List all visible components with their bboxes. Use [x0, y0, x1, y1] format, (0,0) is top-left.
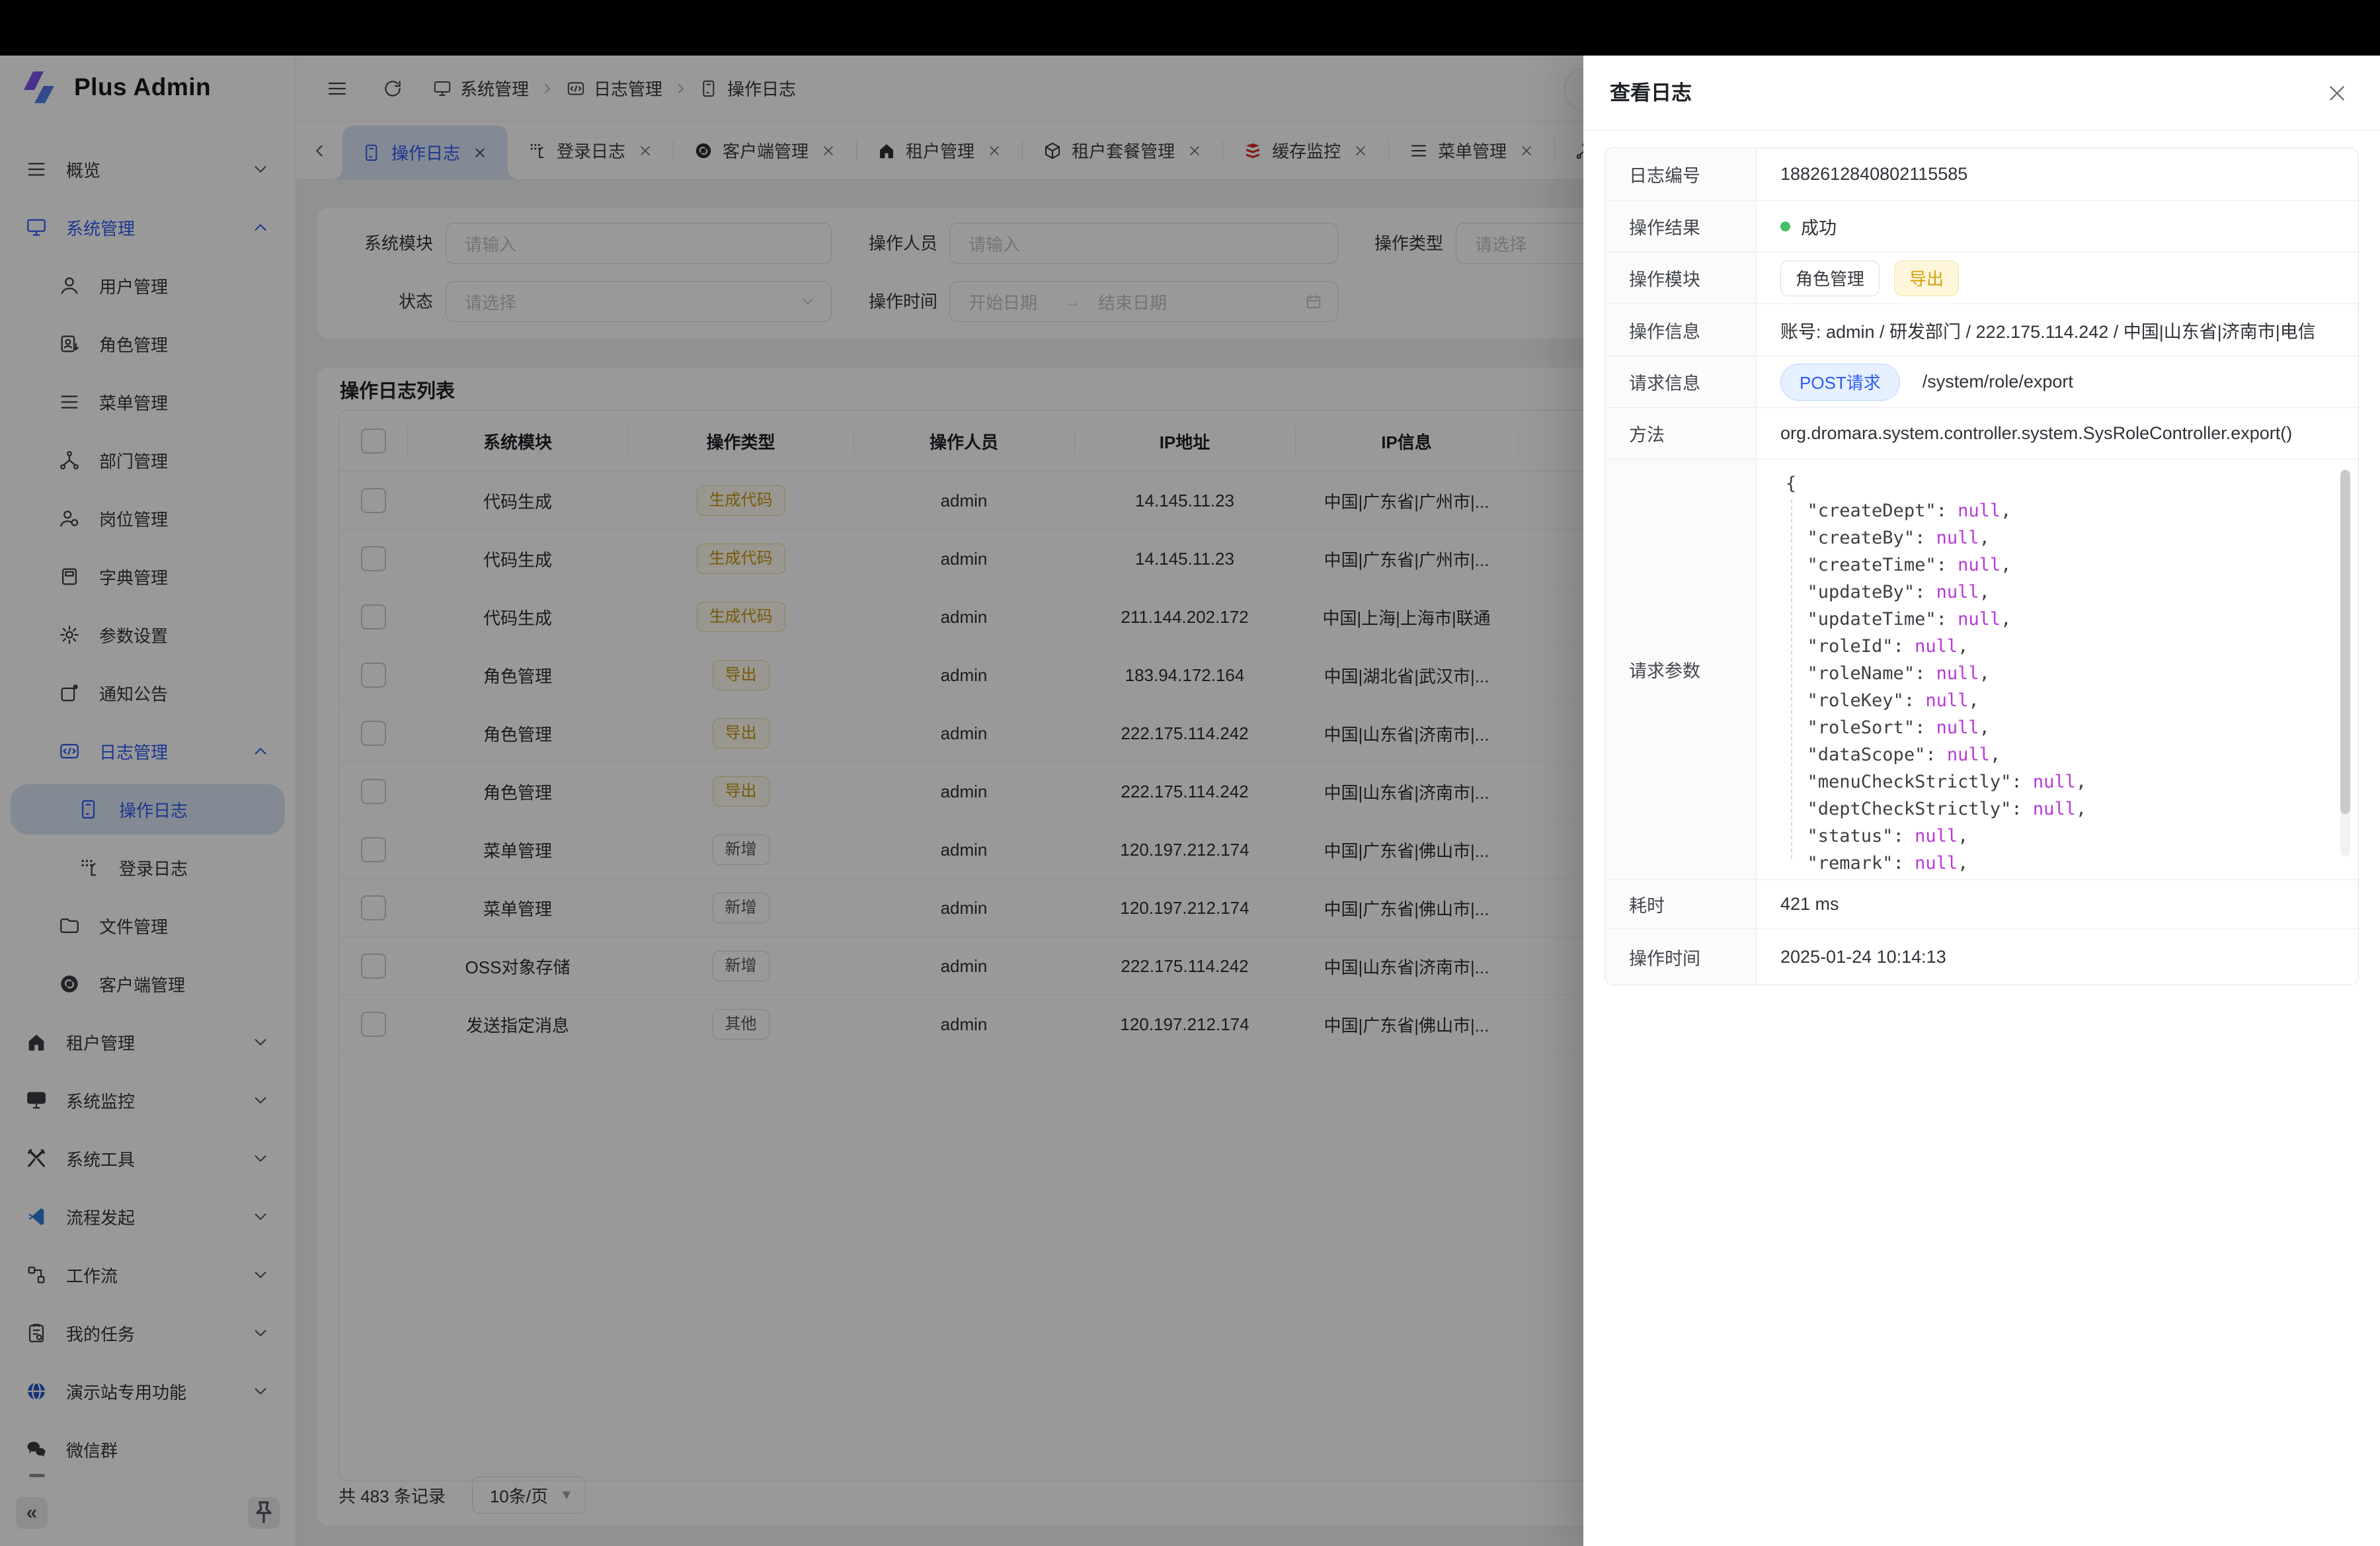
method-value: org.dromara.system.controller.system.Sys…: [1757, 408, 2358, 459]
indent-guide: [1791, 499, 1792, 859]
success-dot-icon: [1780, 222, 1790, 231]
json-line: "createTime": null,: [1786, 551, 2332, 579]
json-line: {: [1786, 470, 2332, 497]
code-scrollbar[interactable]: [2340, 469, 2350, 856]
json-line: "updateTime": null,: [1786, 606, 2332, 633]
json-line: "deptCheckStrictly": null,: [1786, 795, 2332, 823]
log-id-value: 1882612840802115585: [1757, 148, 2358, 200]
json-line: "roleId": null,: [1786, 633, 2332, 660]
request-url: /system/role/export: [1923, 372, 2073, 392]
json-line: "dataScope": null,: [1786, 741, 2332, 768]
detail-row-params: 请求参数 { "createDept": null, "createBy": n…: [1605, 460, 2358, 880]
request-value: POST请求 /system/role/export: [1757, 356, 2358, 407]
info-value: 账号: admin / 研发部门 / 222.175.114.242 / 中国|…: [1757, 304, 2358, 356]
module-chip: 角色管理: [1780, 261, 1880, 296]
module-chips: 角色管理 导出: [1757, 253, 2358, 304]
code-scrollbar-thumb[interactable]: [2340, 470, 2350, 814]
json-line: "roleKey": null,: [1786, 687, 2332, 714]
detail-row-time: 操作时间 2025-01-24 10:14:13: [1605, 929, 2358, 985]
json-line: "menuCheckStrictly": null,: [1786, 768, 2332, 795]
json-line: "remark": null,: [1786, 850, 2332, 877]
request-params-json[interactable]: { "createDept": null, "createBy": null, …: [1757, 460, 2358, 879]
time-value: 2025-01-24 10:14:13: [1757, 929, 2358, 985]
detail-row-result: 操作结果 成功: [1605, 201, 2358, 253]
drawer-title: 查看日志: [1610, 56, 1692, 131]
detail-row-duration: 耗时 421 ms: [1605, 880, 2358, 929]
log-detail-table: 日志编号 1882612840802115585 操作结果 成功 操作模块 角色…: [1605, 147, 2359, 985]
duration-value: 421 ms: [1757, 880, 2358, 928]
json-line: "createDept": null,: [1786, 497, 2332, 524]
view-log-drawer: 查看日志 日志编号 1882612840802115585 操作结果 成功 操作…: [1583, 56, 2380, 1546]
detail-row-module: 操作模块 角色管理 导出: [1605, 253, 2358, 304]
action-chip: 导出: [1894, 261, 1959, 296]
json-line: "createBy": null,: [1786, 524, 2332, 551]
json-line: "updateBy": null,: [1786, 579, 2332, 606]
drawer-header: 查看日志: [1583, 56, 2380, 131]
detail-row-info: 操作信息 账号: admin / 研发部门 / 222.175.114.242 …: [1605, 304, 2358, 356]
json-line: "roleSort": null,: [1786, 714, 2332, 741]
post-method-badge: POST请求: [1780, 364, 1900, 401]
detail-row-request: 请求信息 POST请求 /system/role/export: [1605, 356, 2358, 408]
result-value: 成功: [1757, 201, 2358, 252]
close-icon[interactable]: [2324, 81, 2350, 106]
json-line: "status": null,: [1786, 823, 2332, 850]
json-line: "roleName": null,: [1786, 660, 2332, 687]
detail-row-method: 方法 org.dromara.system.controller.system.…: [1605, 408, 2358, 460]
detail-row-log-id: 日志编号 1882612840802115585: [1605, 148, 2358, 201]
